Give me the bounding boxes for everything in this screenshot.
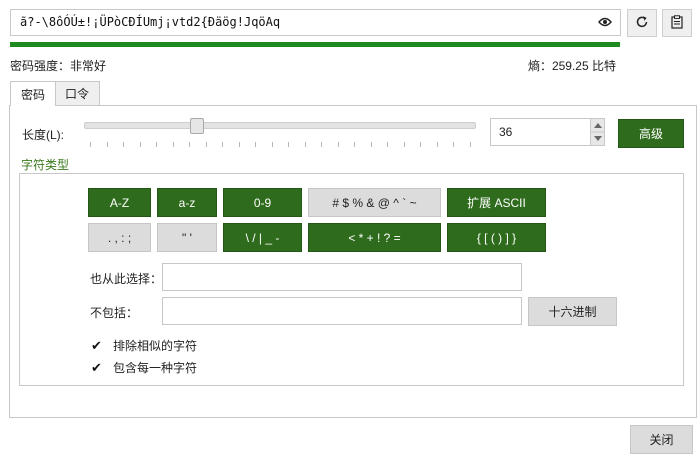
slider-tick [205, 142, 207, 147]
char-types-title: 字符类型 [21, 158, 70, 172]
slider-tick [387, 142, 389, 147]
strength-bar [10, 42, 620, 47]
length-spinner[interactable] [590, 119, 605, 145]
slider-tick [288, 142, 290, 147]
length-slider[interactable] [84, 122, 476, 129]
tab-passphrase-label: 口令 [65, 87, 90, 101]
charset-quotes-button[interactable]: " ' [157, 223, 217, 252]
advanced-button[interactable]: 高级 [618, 119, 684, 148]
length-value: 36 [499, 125, 513, 139]
tab-password-label: 密码 [21, 87, 46, 102]
slider-tick [189, 142, 191, 147]
length-label: 长度(L): [22, 128, 65, 142]
charset-digits-button[interactable]: 0-9 [223, 188, 302, 217]
slider-tick [354, 142, 356, 147]
clipboard-icon [671, 14, 683, 32]
exclude-similar-label: 排除相似的字符 [113, 339, 198, 353]
strength-bar-fill [10, 42, 620, 47]
slider-tick [470, 142, 471, 147]
charset-brackets-button[interactable]: { [ ( ) ] } [447, 223, 546, 252]
charset-math-button[interactable]: < * + ! ? = [308, 223, 441, 252]
slider-tick [90, 142, 91, 147]
tab-password[interactable]: 密码 [10, 81, 57, 106]
include-each-checkbox[interactable]: ✔ [90, 360, 103, 375]
slider-tick [123, 142, 125, 147]
charset-punctuation-button[interactable]: . , : ; [88, 223, 151, 252]
strength-label: 密码强度：非常好 [10, 59, 107, 73]
include-each-option[interactable]: ✔ 包含每一种字符 [90, 359, 197, 376]
eye-icon[interactable] [596, 14, 614, 30]
spinner-arrows-icon [591, 123, 605, 141]
slider-tick [403, 142, 405, 147]
charset-dashes-slashes-button[interactable]: \ / | _ - [223, 223, 302, 252]
password-text[interactable]: ã?-\8ôÓÚ±!¡ÜPòCÐÍUmj¡vtd2{Ðäög!JqöAq [20, 15, 280, 29]
slider-tick [420, 142, 422, 147]
slider-tick [321, 142, 323, 147]
also-choose-input[interactable] [162, 263, 522, 291]
slider-tick [172, 142, 174, 147]
charset-lowercase-button[interactable]: a-z [157, 188, 217, 217]
hex-button[interactable]: 十六进制 [528, 297, 617, 326]
entropy-label: 熵：259.25 比特 [527, 59, 616, 73]
slider-tick [337, 142, 339, 147]
close-button[interactable]: 关闭 [630, 425, 693, 454]
slider-tick [106, 142, 108, 147]
charset-uppercase-button[interactable]: A-Z [88, 188, 151, 217]
regenerate-button[interactable] [627, 9, 657, 37]
exclude-similar-checkbox[interactable]: ✔ [90, 338, 103, 353]
exclude-label: 不包括： [90, 306, 139, 320]
charset-symbols-button[interactable]: # $ % & @ ^ ` ~ [308, 188, 441, 217]
tab-passphrase[interactable]: 口令 [54, 81, 101, 105]
slider-tick [238, 142, 240, 147]
slider-tick [156, 142, 158, 147]
include-each-label: 包含每一种字符 [113, 361, 198, 375]
copy-button[interactable] [662, 9, 692, 37]
refresh-icon [635, 15, 649, 32]
exclude-input[interactable] [162, 297, 522, 325]
also-choose-label: 也从此选择： [90, 272, 163, 286]
slider-tick [304, 142, 306, 147]
slider-tick [453, 142, 455, 147]
charset-extended-ascii-button[interactable]: 扩展 ASCII [447, 188, 546, 217]
slider-tick [370, 142, 372, 147]
slider-tick [436, 142, 438, 147]
slider-tick [222, 142, 224, 147]
length-slider-thumb[interactable] [189, 118, 204, 134]
slider-tick [271, 142, 273, 147]
slider-ticks [90, 142, 471, 147]
slider-tick [139, 142, 141, 147]
length-input[interactable]: 36 [490, 118, 605, 146]
slider-tick [255, 142, 257, 147]
exclude-similar-option[interactable]: ✔ 排除相似的字符 [90, 337, 197, 354]
